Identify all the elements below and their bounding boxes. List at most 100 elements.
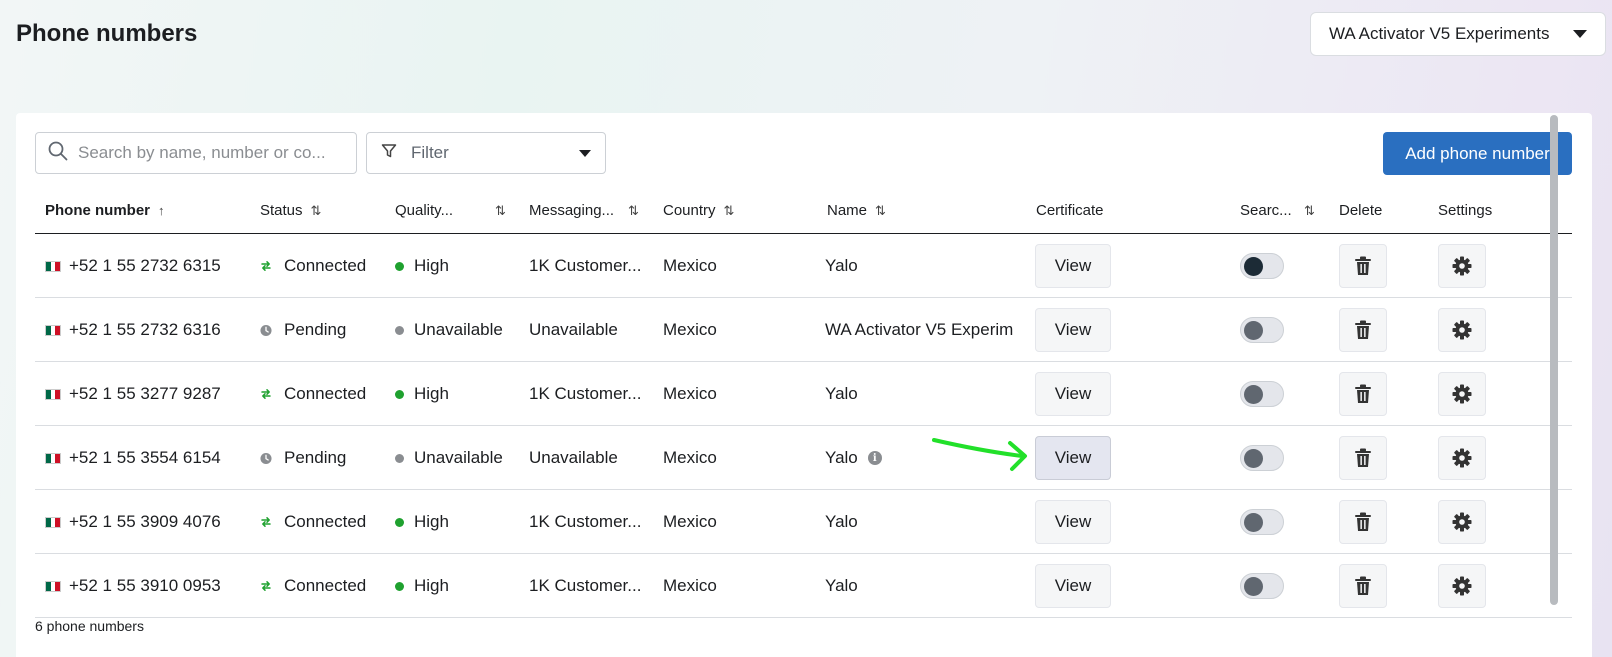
settings-button[interactable] xyxy=(1438,308,1486,352)
status-cell: Connected xyxy=(260,554,366,618)
col-status[interactable]: Status ⇅ xyxy=(260,202,321,219)
gear-icon xyxy=(1452,320,1472,340)
col-quality[interactable]: Quality... ⇅ xyxy=(395,202,510,219)
settings-cell xyxy=(1438,234,1486,298)
view-certificate-button[interactable]: View xyxy=(1035,564,1111,608)
name-cell: Yalo xyxy=(825,362,858,426)
phone-number: +52 1 55 3909 4076 xyxy=(69,512,221,531)
filter-icon xyxy=(381,143,397,164)
info-icon[interactable]: i xyxy=(867,451,882,465)
delete-button[interactable] xyxy=(1339,372,1387,416)
searchable-toggle[interactable] xyxy=(1240,317,1284,343)
table-row: +52 1 55 3554 6154 Pending Unavailable U… xyxy=(35,426,1572,490)
settings-button[interactable] xyxy=(1438,372,1486,416)
toggle-knob xyxy=(1244,577,1263,596)
status-text: Connected xyxy=(284,384,367,403)
delete-cell xyxy=(1339,298,1387,362)
search-box[interactable] xyxy=(35,132,357,174)
delete-button[interactable] xyxy=(1339,564,1387,608)
scrollbar-thumb[interactable] xyxy=(1550,115,1558,605)
searchable-toggle[interactable] xyxy=(1240,445,1284,471)
toggle-knob xyxy=(1244,321,1263,340)
mexico-flag-icon xyxy=(45,324,61,336)
phone-number-cell: +52 1 55 3910 0953 xyxy=(45,554,221,618)
page-title: Phone numbers xyxy=(16,20,198,47)
view-certificate-button[interactable]: View xyxy=(1035,372,1111,416)
quality-text: Unavailable xyxy=(414,320,503,339)
search-input[interactable] xyxy=(78,143,344,163)
col-delete: Delete xyxy=(1339,202,1383,219)
phone-number: +52 1 55 2732 6316 xyxy=(69,320,221,339)
settings-button[interactable] xyxy=(1438,564,1486,608)
quality-cell: High xyxy=(395,490,449,554)
delete-button[interactable] xyxy=(1339,436,1387,480)
display-name: Yalo xyxy=(825,448,858,467)
certificate-cell: View xyxy=(1035,426,1111,490)
quality-dot-icon xyxy=(395,581,404,591)
delete-button[interactable] xyxy=(1339,500,1387,544)
phone-number-cell: +52 1 55 2732 6316 xyxy=(45,298,221,362)
view-certificate-button[interactable]: View xyxy=(1035,244,1111,288)
settings-button[interactable] xyxy=(1438,500,1486,544)
col-searchable[interactable]: Searc... ⇅ xyxy=(1240,202,1325,219)
sort-icon: ⇅ xyxy=(495,202,506,218)
connected-arrows-icon xyxy=(260,580,272,592)
col-name[interactable]: Name ⇅ xyxy=(827,202,886,219)
display-name: Yalo xyxy=(825,512,858,531)
phone-number-cell: +52 1 55 3909 4076 xyxy=(45,490,221,554)
delete-button[interactable] xyxy=(1339,244,1387,288)
quality-dot-icon xyxy=(395,261,404,271)
mexico-flag-icon xyxy=(45,452,61,464)
phone-number: +52 1 55 3910 0953 xyxy=(69,576,221,595)
certificate-cell: View xyxy=(1035,362,1111,426)
delete-button[interactable] xyxy=(1339,308,1387,352)
view-certificate-button[interactable]: View xyxy=(1035,500,1111,544)
table-header: Phone number ↑ Status ⇅ Quality... ⇅ Messag… xyxy=(35,191,1572,234)
mexico-flag-icon xyxy=(45,516,61,528)
messaging-limit: 1K Customer... xyxy=(529,384,642,403)
view-certificate-button[interactable]: View xyxy=(1035,308,1111,352)
filter-dropdown[interactable]: Filter xyxy=(366,132,606,174)
settings-cell xyxy=(1438,362,1486,426)
col-messaging[interactable]: Messaging... ⇅ xyxy=(529,202,644,219)
settings-button[interactable] xyxy=(1438,244,1486,288)
table-row: +52 1 55 2732 6316 Pending Unavailable U… xyxy=(35,298,1572,362)
gear-icon xyxy=(1452,256,1472,276)
filter-label: Filter xyxy=(411,143,449,162)
status-cell: Connected xyxy=(260,234,366,298)
certificate-cell: View xyxy=(1035,490,1111,554)
country: Mexico xyxy=(663,448,717,467)
settings-cell xyxy=(1438,298,1486,362)
table-body: +52 1 55 2732 6315 Connected High 1K Cus… xyxy=(35,234,1572,618)
phone-number: +52 1 55 3277 9287 xyxy=(69,384,221,403)
account-selector[interactable]: WA Activator V5 Experiments xyxy=(1310,12,1606,56)
trash-icon xyxy=(1354,448,1372,468)
status-cell: Pending xyxy=(260,426,346,490)
display-name: Yalo xyxy=(825,384,858,403)
searchable-toggle[interactable] xyxy=(1240,573,1284,599)
clock-icon xyxy=(260,452,272,464)
toggle-knob xyxy=(1244,257,1263,276)
delete-cell xyxy=(1339,234,1387,298)
table-row: +52 1 55 3277 9287 Connected High 1K Cus… xyxy=(35,362,1572,426)
settings-button[interactable] xyxy=(1438,436,1486,480)
searchable-cell xyxy=(1240,362,1284,426)
searchable-toggle[interactable] xyxy=(1240,509,1284,535)
messaging-limit: 1K Customer... xyxy=(529,576,642,595)
phone-number-cell: +52 1 55 3277 9287 xyxy=(45,362,221,426)
searchable-toggle[interactable] xyxy=(1240,253,1284,279)
col-phone-number[interactable]: Phone number ↑ xyxy=(45,202,165,219)
country: Mexico xyxy=(663,512,717,531)
col-country[interactable]: Country ⇅ xyxy=(663,202,734,219)
scrollbar[interactable] xyxy=(1548,113,1560,653)
searchable-toggle[interactable] xyxy=(1240,381,1284,407)
sort-ascending-icon: ↑ xyxy=(158,203,165,218)
add-phone-number-button[interactable]: Add phone number xyxy=(1383,132,1572,175)
trash-icon xyxy=(1354,320,1372,340)
messaging-limit: 1K Customer... xyxy=(529,512,642,531)
phone-number: +52 1 55 3554 6154 xyxy=(69,448,221,467)
view-certificate-button[interactable]: View xyxy=(1035,436,1111,480)
table-row: +52 1 55 3910 0953 Connected High 1K Cus… xyxy=(35,554,1572,618)
sort-icon: ⇅ xyxy=(875,202,886,218)
toggle-knob xyxy=(1244,385,1263,404)
